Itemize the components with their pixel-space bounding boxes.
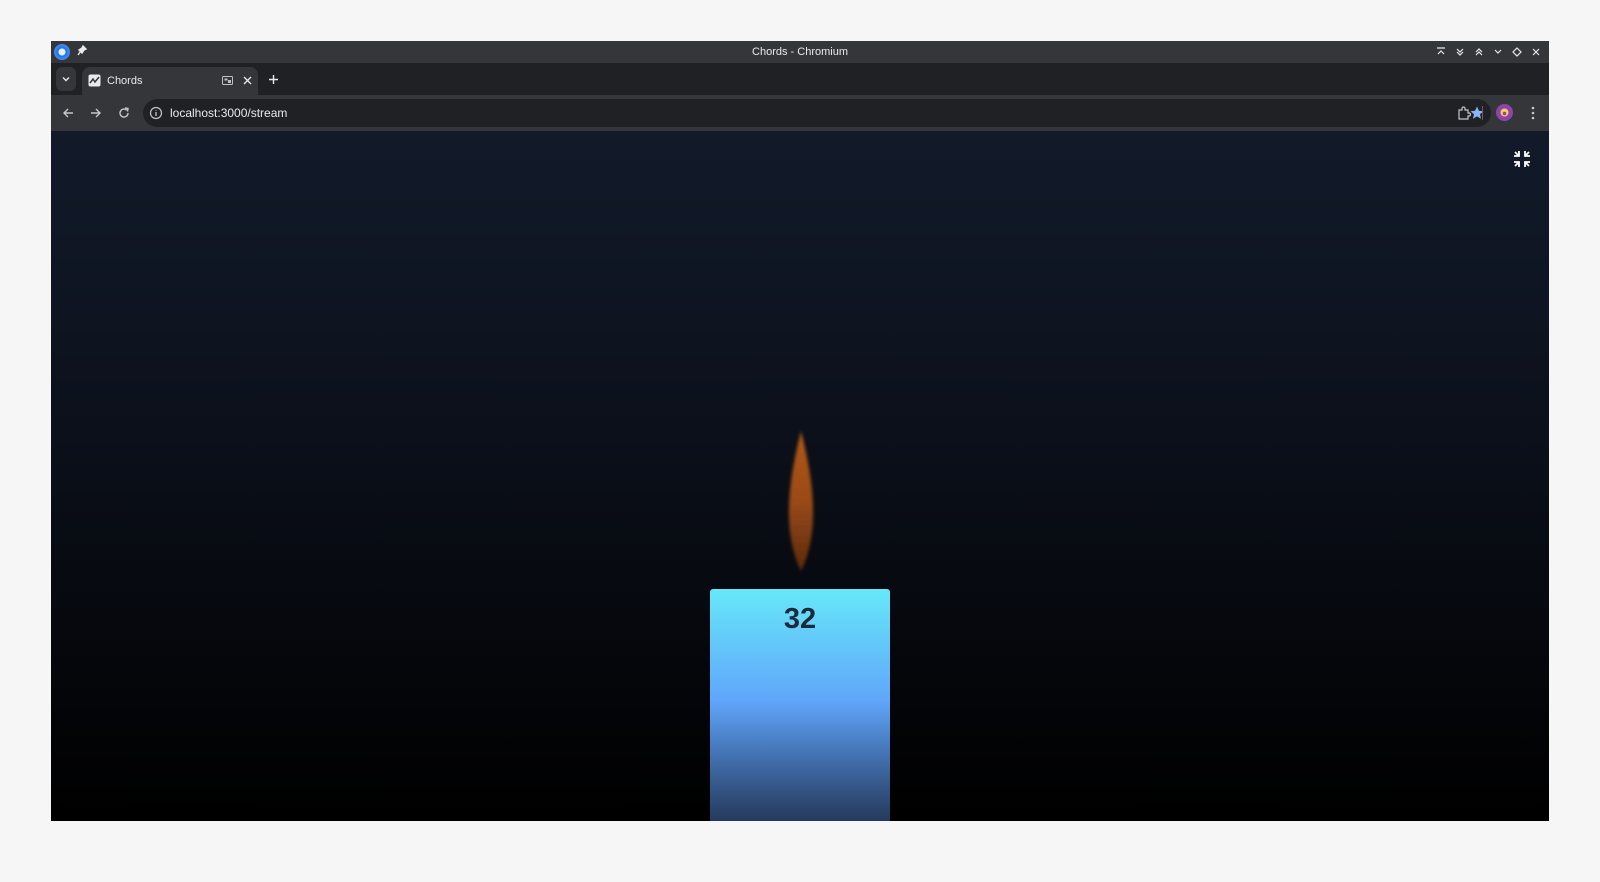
audio-or-pip-icon[interactable] <box>222 75 233 86</box>
extensions-button[interactable] <box>1454 103 1474 123</box>
shade-icon[interactable] <box>1471 44 1486 60</box>
minimize-icon[interactable] <box>1490 44 1505 60</box>
arrow-right-icon <box>91 108 101 118</box>
arrow-left-icon <box>63 108 73 118</box>
candle-flame <box>788 431 814 571</box>
puzzle-icon <box>1458 106 1471 120</box>
close-window-icon[interactable] <box>1528 44 1543 60</box>
toolbar-separator <box>1482 106 1483 120</box>
tab-strip: Chords <box>51 63 1549 95</box>
window-controls <box>1433 44 1543 60</box>
exit-fullscreen-icon[interactable] <box>1513 150 1531 168</box>
candle-count: 32 <box>783 603 817 635</box>
back-button[interactable] <box>58 103 78 123</box>
page-viewport: 32 <box>51 131 1549 821</box>
address-bar[interactable]: localhost:3000/stream <box>143 99 1491 127</box>
menu-button[interactable] <box>1523 103 1543 123</box>
browser-window: Chords - Chromium Chords localhost:3000/… <box>51 41 1549 821</box>
new-tab-button[interactable] <box>265 71 281 87</box>
tab-chords[interactable]: Chords <box>82 67 258 95</box>
candle-body: 32 <box>710 589 890 821</box>
kebab-menu-icon <box>1531 106 1535 120</box>
chart-favicon-icon <box>88 74 101 87</box>
title-bar: Chords - Chromium <box>51 41 1549 63</box>
profile-icon <box>1500 108 1509 117</box>
site-info-icon[interactable] <box>149 106 163 120</box>
forward-button[interactable] <box>86 103 106 123</box>
maximize-icon[interactable] <box>1509 44 1524 60</box>
reload-icon <box>119 107 129 118</box>
url-text[interactable]: localhost:3000/stream <box>170 99 287 127</box>
plus-icon <box>268 74 278 84</box>
profile-avatar[interactable] <box>1496 104 1513 121</box>
keep-above-icon[interactable] <box>1433 44 1448 60</box>
reload-button[interactable] <box>114 103 134 123</box>
tab-search-button[interactable] <box>56 67 76 91</box>
close-tab-icon[interactable] <box>240 73 254 87</box>
tab-title: Chords <box>107 75 143 87</box>
keep-below-icon[interactable] <box>1452 44 1467 60</box>
window-title: Chords - Chromium <box>752 46 848 58</box>
toolbar: localhost:3000/stream <box>51 95 1549 132</box>
chevron-down-icon <box>62 77 70 82</box>
